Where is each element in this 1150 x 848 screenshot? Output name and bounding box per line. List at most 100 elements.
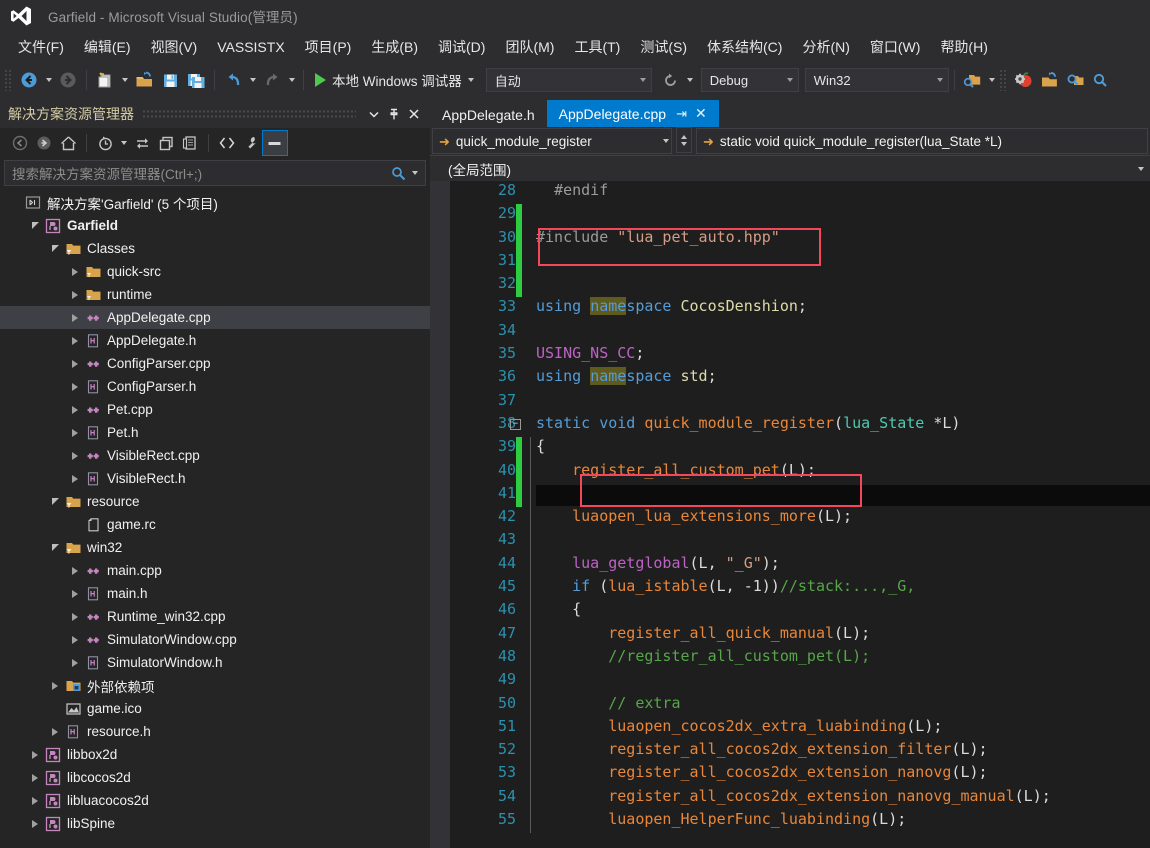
close-tab-icon[interactable]: ✕: [695, 105, 707, 122]
search-options-dropdown-icon[interactable]: [408, 161, 421, 185]
chevron-right-icon[interactable]: [68, 564, 82, 578]
panel-drag-handle[interactable]: [142, 109, 356, 119]
tree-item-libbox2d[interactable]: libbox2d: [0, 743, 430, 766]
code-line[interactable]: 44 lua_getglobal(L, "_G");: [430, 553, 1150, 578]
code-editor[interactable]: 28 #endif 29 30 #include "lua_pet_auto.hpp"…: [430, 181, 1150, 848]
refresh-dropdown-icon[interactable]: [684, 68, 697, 92]
solution-explorer-tree[interactable]: 解决方案'Garfield' (5 个项目) Garfield Classes qui…: [0, 186, 430, 848]
tree-item-resource[interactable]: resource: [0, 490, 430, 513]
chevron-right-icon[interactable]: [28, 748, 42, 762]
menu-item-help[interactable]: 帮助(H): [930, 34, 997, 60]
menu-item-tools[interactable]: 工具(T): [564, 34, 630, 60]
code-line[interactable]: 54 register_all_cocos2dx_extension_nanov…: [430, 786, 1150, 811]
navigate-forward-icon[interactable]: [55, 67, 81, 93]
chevron-right-icon[interactable]: [68, 587, 82, 601]
code-line[interactable]: 39 {: [430, 437, 1150, 461]
tree-item-[interactable]: 外部依赖项: [0, 674, 430, 697]
tree-item-libluacocos2d[interactable]: libluacocos2d: [0, 789, 430, 812]
code-line[interactable]: 41: [430, 483, 1150, 508]
toolbar-grip[interactable]: [4, 69, 13, 91]
tree-item-main.cpp[interactable]: main.cpp: [0, 559, 430, 582]
platform-combo[interactable]: 自动: [485, 68, 652, 92]
tree-item-win32[interactable]: win32: [0, 536, 430, 559]
chevron-right-icon[interactable]: [28, 817, 42, 831]
back-icon[interactable]: [8, 131, 32, 155]
tree-item-classes[interactable]: Classes: [0, 237, 430, 260]
tree-item-game.ico[interactable]: game.ico: [0, 697, 430, 720]
code-line[interactable]: 42 luaopen_lua_extensions_more(L);: [430, 507, 1150, 531]
signature-combo[interactable]: ➜ static void quick_module_register(lua_…: [696, 128, 1148, 154]
tree-item-visiblerect.h[interactable]: VisibleRect.h: [0, 467, 430, 490]
chevron-right-icon[interactable]: [68, 288, 82, 302]
redo-dropdown-icon[interactable]: [285, 68, 298, 92]
tree-item-libcocos2d[interactable]: libcocos2d: [0, 766, 430, 789]
close-icon[interactable]: [404, 104, 424, 124]
open-file-icon[interactable]: [1037, 67, 1063, 93]
open-folder-icon[interactable]: [131, 67, 157, 93]
code-line[interactable]: 55 luaopen_HelperFunc_luabinding(L);: [430, 810, 1150, 834]
forward-icon[interactable]: [32, 131, 56, 155]
code-line[interactable]: 51 luaopen_cocos2dx_extra_luabinding(L);: [430, 716, 1150, 741]
code-line[interactable]: 32: [430, 274, 1150, 298]
tree-item-garfield5[interactable]: 解决方案'Garfield' (5 个项目): [0, 191, 430, 214]
find-references-icon[interactable]: [1089, 67, 1115, 93]
spin-down-icon[interactable]: [681, 141, 687, 146]
search-input[interactable]: 搜索解决方案资源管理器(Ctrl+;): [12, 163, 388, 183]
sync-with-active-document-icon[interactable]: [130, 131, 154, 155]
code-line[interactable]: 37: [430, 391, 1150, 414]
refresh-icon[interactable]: [154, 131, 178, 155]
menu-item-edit[interactable]: 编辑(E): [74, 34, 141, 60]
member-spinner[interactable]: [676, 127, 692, 153]
tree-item-quick-src[interactable]: quick-src: [0, 260, 430, 283]
code-line[interactable]: 50 // extra: [430, 693, 1150, 717]
chevron-down-icon[interactable]: [467, 78, 474, 82]
code-line[interactable]: 36 using namespace std;: [430, 367, 1150, 390]
refresh-icon[interactable]: [658, 67, 684, 93]
menu-item-team[interactable]: 团队(M): [495, 34, 564, 60]
chevron-down-icon[interactable]: [28, 219, 42, 233]
tree-item-simulatorwindow.cpp[interactable]: SimulatorWindow.cpp: [0, 628, 430, 651]
code-line[interactable]: 49: [430, 670, 1150, 694]
chevron-down-icon[interactable]: [364, 104, 384, 124]
tree-item-configparser.h[interactable]: ConfigParser.h: [0, 375, 430, 398]
tab-appdelegate-h[interactable]: AppDelegate.h: [430, 102, 547, 127]
properties-icon[interactable]: [239, 131, 263, 155]
new-file-icon[interactable]: [92, 67, 118, 93]
start-debug-button[interactable]: 本地 Windows 调试器: [309, 67, 480, 93]
menu-item-debug[interactable]: 调试(D): [428, 34, 495, 60]
code-line[interactable]: 46 {: [430, 600, 1150, 624]
chevron-right-icon[interactable]: [48, 725, 62, 739]
member-combo[interactable]: ➜ quick_module_register: [432, 128, 672, 154]
tree-item-pet.h[interactable]: Pet.h: [0, 421, 430, 444]
tree-item-runtime[interactable]: runtime: [0, 283, 430, 306]
chevron-down-icon[interactable]: [48, 495, 62, 509]
code-lines[interactable]: 28 #endif 29 30 #include "lua_pet_auto.hpp"…: [430, 181, 1150, 834]
undo-dropdown-icon[interactable]: [246, 68, 259, 92]
configuration-combo[interactable]: Debug: [700, 68, 799, 92]
chevron-right-icon[interactable]: [68, 311, 82, 325]
tree-item-appdelegate.h[interactable]: AppDelegate.h: [0, 329, 430, 352]
chevron-right-icon[interactable]: [68, 380, 82, 394]
platform-arch-combo[interactable]: Win32: [804, 68, 949, 92]
chevron-right-icon[interactable]: [68, 610, 82, 624]
chevron-down-icon[interactable]: [1138, 166, 1144, 171]
chevron-down-icon[interactable]: [48, 541, 62, 555]
chevron-right-icon[interactable]: [68, 656, 82, 670]
tree-item-libspine[interactable]: libSpine: [0, 812, 430, 835]
code-line[interactable]: 52 register_all_cocos2dx_extension_filte…: [430, 740, 1150, 764]
chevron-right-icon[interactable]: [68, 426, 82, 440]
code-line[interactable]: 45 if (lua_istable(L, -1))//stack:...,_G…: [430, 577, 1150, 601]
chevron-down-icon[interactable]: [48, 242, 62, 256]
chevron-right-icon[interactable]: [48, 679, 62, 693]
chevron-right-icon[interactable]: [68, 357, 82, 371]
menu-item-vassistx[interactable]: VASSISTX: [207, 36, 294, 58]
tree-item-appdelegate.cpp[interactable]: AppDelegate.cpp: [0, 306, 430, 329]
preview-selected-items-icon[interactable]: [262, 130, 288, 156]
code-line[interactable]: 53 register_all_cocos2dx_extension_nanov…: [430, 763, 1150, 787]
save-icon[interactable]: [157, 67, 183, 93]
code-line[interactable]: 31: [430, 250, 1150, 275]
code-line[interactable]: 28 #endif: [430, 181, 1150, 204]
tree-item-simulatorwindow.h[interactable]: SimulatorWindow.h: [0, 651, 430, 674]
navigate-back-dropdown-icon[interactable]: [42, 68, 55, 92]
menu-item-test[interactable]: 测试(S): [630, 34, 697, 60]
